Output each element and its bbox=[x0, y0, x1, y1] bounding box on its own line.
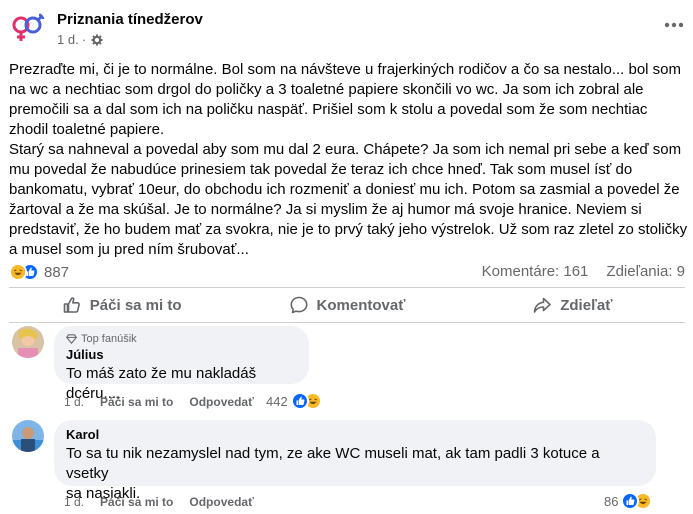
diamond-icon bbox=[66, 334, 77, 344]
post-paragraph: Prezraďte mi, či je to normálne. Bol som… bbox=[9, 61, 682, 138]
avatar[interactable] bbox=[12, 420, 44, 452]
post-stats: 887 Komentáre: 161 Zdieľania: 9 bbox=[9, 262, 685, 284]
comment-time[interactable]: 1 d. bbox=[64, 495, 84, 509]
comment-reply-button[interactable]: Odpovedať bbox=[189, 395, 253, 409]
comment-text-line: To sa tu nik nezamyslel nad tym, ze ake … bbox=[66, 445, 600, 482]
comment-time[interactable]: 1 d. bbox=[64, 395, 84, 409]
comment-bubble-icon bbox=[290, 296, 308, 314]
post-actions: Páči sa mi to Komentovať Zdieľať bbox=[9, 290, 685, 320]
like-button[interactable]: Páči sa mi to bbox=[9, 290, 234, 320]
share-label: Zdieľať bbox=[560, 296, 613, 314]
post-time[interactable]: 1 d. bbox=[57, 32, 79, 47]
comment-bubble: Top fanúšik Július To máš zato že mu nak… bbox=[54, 326, 309, 402]
comments-count[interactable]: Komentáre: 161 bbox=[482, 263, 589, 280]
haha-reaction-icon bbox=[9, 263, 27, 281]
post-meta: 1 d. · bbox=[57, 32, 103, 47]
like-reaction-icon bbox=[290, 392, 309, 410]
comment-footer: 1 d. Páči sa mi to Odpovedať bbox=[64, 495, 254, 509]
more-horizontal-icon bbox=[664, 22, 684, 28]
shares-count[interactable]: Zdieľania: 9 bbox=[606, 263, 685, 280]
more-options-button[interactable] bbox=[660, 11, 688, 39]
comment-reaction-count: 442 bbox=[266, 393, 288, 409]
comment-footer: 1 d. Páči sa mi to Odpovedať bbox=[64, 395, 254, 409]
post-paragraph: Starý sa nahneval a povedal aby som mu d… bbox=[9, 141, 688, 258]
comment-label: Komentovať bbox=[316, 296, 406, 314]
comment-like-button[interactable]: Páči sa mi to bbox=[100, 495, 173, 509]
comment-bubble: Karol To sa tu nik nezamyslel nad tym, z… bbox=[54, 420, 656, 502]
share-arrow-icon bbox=[533, 297, 552, 313]
post-header: Priznania tínedžerov 1 d. · bbox=[0, 0, 693, 52]
comment-reactions[interactable]: 86 bbox=[604, 492, 653, 510]
top-fan-badge: Top fanúšik bbox=[66, 333, 297, 345]
like-reaction-icon bbox=[621, 492, 640, 510]
page-avatar[interactable] bbox=[7, 8, 47, 48]
comment-button[interactable]: Komentovať bbox=[234, 290, 459, 320]
comment-author[interactable]: Július bbox=[66, 347, 297, 362]
like-label: Páči sa mi to bbox=[89, 296, 182, 314]
stat-counts: Komentáre: 161 Zdieľania: 9 bbox=[482, 263, 685, 280]
comment-reaction-count: 86 bbox=[604, 493, 619, 509]
comment-author[interactable]: Karol bbox=[66, 427, 644, 442]
divider bbox=[9, 287, 685, 288]
reaction-summary[interactable]: 887 bbox=[9, 263, 69, 281]
comment-reactions[interactable]: 442 bbox=[266, 392, 322, 410]
page-name[interactable]: Priznania tínedžerov bbox=[57, 11, 203, 28]
top-fan-label: Top fanúšik bbox=[81, 333, 137, 345]
thumbs-up-icon bbox=[63, 297, 80, 313]
divider bbox=[9, 322, 685, 323]
audience-settings-icon bbox=[91, 34, 103, 46]
meta-separator: · bbox=[81, 32, 87, 47]
post-text: Prezraďte mi, či je to normálne. Bol som… bbox=[9, 60, 689, 260]
reaction-count: 887 bbox=[44, 263, 70, 281]
share-button[interactable]: Zdieľať bbox=[460, 290, 685, 320]
comment-like-button[interactable]: Páči sa mi to bbox=[100, 395, 173, 409]
avatar[interactable] bbox=[12, 326, 44, 358]
comment-reply-button[interactable]: Odpovedať bbox=[189, 495, 253, 509]
